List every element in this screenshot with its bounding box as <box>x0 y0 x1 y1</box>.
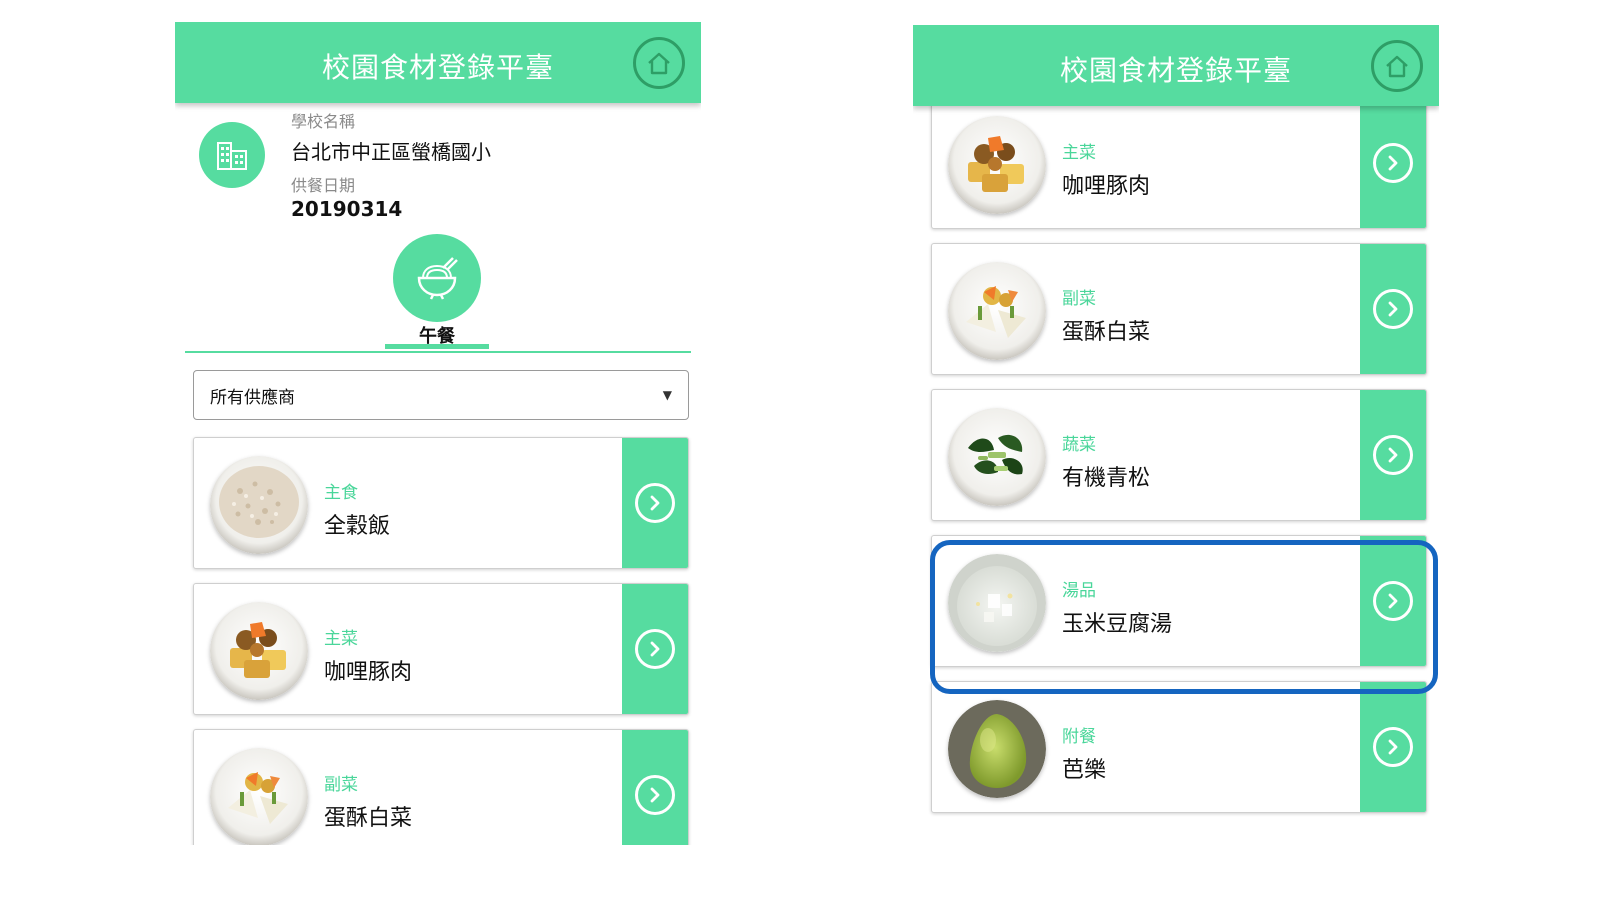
dish-name: 蛋酥白菜 <box>1062 320 1151 345</box>
supplier-select[interactable]: 所有供應商 ▼ <box>193 370 689 420</box>
lunch-tab-button[interactable] <box>393 234 481 322</box>
dish-name: 有機青松 <box>1062 466 1151 491</box>
dish-category: 附餐 <box>1062 727 1096 747</box>
dish-card-extra[interactable]: 附餐 芭樂 <box>931 681 1427 813</box>
home-icon <box>1386 55 1408 78</box>
dish-category: 主食 <box>324 483 358 503</box>
app-title: 校園食材登錄平臺 <box>321 51 554 84</box>
dish-detail-button[interactable] <box>1360 536 1426 666</box>
school-name-label: 學校名稱 <box>291 112 356 131</box>
rice-photo <box>210 456 308 554</box>
home-button[interactable] <box>1371 40 1423 92</box>
cabbage-photo <box>210 748 308 845</box>
dish-category: 副菜 <box>324 775 358 795</box>
dish-card-vegetable[interactable]: 蔬菜 有機青松 <box>931 389 1427 521</box>
dish-category: 副菜 <box>1062 289 1096 309</box>
chevron-right-icon <box>650 495 660 511</box>
supplier-select-value: 所有供應商 <box>210 387 295 408</box>
dish-detail-button[interactable] <box>622 438 688 568</box>
serving-date-label: 供餐日期 <box>291 176 356 195</box>
app-header: 校園食材登錄平臺 <box>913 25 1439 106</box>
dish-detail-button[interactable] <box>622 584 688 714</box>
home-icon <box>648 52 670 75</box>
dish-category: 主菜 <box>1062 143 1096 163</box>
dish-name: 玉米豆腐湯 <box>1062 612 1173 637</box>
dish-detail-button[interactable] <box>1360 682 1426 812</box>
app-header: 校園食材登錄平臺 <box>175 22 701 103</box>
chevron-right-icon <box>1388 301 1398 317</box>
dish-card-soup[interactable]: 湯品 玉米豆腐湯 <box>931 535 1427 667</box>
curry-pork-photo <box>210 602 308 700</box>
dish-card-staple[interactable]: 主食 全穀飯 <box>193 437 689 569</box>
dish-detail-button[interactable] <box>622 730 688 845</box>
chevron-right-icon <box>650 641 660 657</box>
cabbage-photo <box>948 262 1046 360</box>
chevron-right-icon <box>650 787 660 803</box>
chevron-right-icon <box>1388 593 1398 609</box>
dropdown-arrow-icon: ▼ <box>662 388 672 402</box>
dish-name: 咖哩豚肉 <box>324 660 413 685</box>
chevron-right-icon <box>1388 447 1398 463</box>
right-screen: 校園食材登錄平臺 主菜 咖哩豚肉 副菜 蛋酥白菜 蔬菜 有機青松 湯品 玉米豆腐… <box>913 25 1439 845</box>
dish-card-side[interactable]: 副菜 蛋酥白菜 <box>193 729 689 845</box>
school-name: 台北市中正區螢橋國小 <box>291 140 491 164</box>
app-title: 校園食材登錄平臺 <box>1059 54 1292 87</box>
greens-photo <box>948 408 1046 506</box>
tab-divider <box>185 351 691 353</box>
dish-detail-button[interactable] <box>1360 390 1426 520</box>
dish-name: 蛋酥白菜 <box>324 806 413 831</box>
serving-date: 20190314 <box>291 197 403 221</box>
school-building-icon <box>199 122 265 188</box>
dish-category: 主菜 <box>324 629 358 649</box>
tofu-soup-photo <box>948 554 1046 652</box>
curry-pork-photo <box>948 116 1046 214</box>
active-tab-indicator <box>385 344 489 349</box>
dish-name: 芭樂 <box>1062 758 1107 783</box>
dish-detail-button[interactable] <box>1360 244 1426 374</box>
dish-name: 咖哩豚肉 <box>1062 174 1151 199</box>
home-button[interactable] <box>633 37 685 89</box>
dish-category: 蔬菜 <box>1062 435 1096 455</box>
dish-card-main[interactable]: 主菜 咖哩豚肉 <box>193 583 689 715</box>
guava-photo <box>948 700 1046 798</box>
chevron-right-icon <box>1388 739 1398 755</box>
dish-card-main[interactable]: 主菜 咖哩豚肉 <box>931 97 1427 229</box>
dish-category: 湯品 <box>1062 581 1096 601</box>
dish-name: 全穀飯 <box>324 514 391 539</box>
left-screen: 校園食材登錄平臺 學校名稱 台北市中正區螢橋國小 供餐日期 20190314 午… <box>175 22 701 845</box>
dish-card-side[interactable]: 副菜 蛋酥白菜 <box>931 243 1427 375</box>
chevron-right-icon <box>1388 155 1398 171</box>
noodle-bowl-icon <box>417 257 458 300</box>
dish-detail-button[interactable] <box>1360 98 1426 228</box>
